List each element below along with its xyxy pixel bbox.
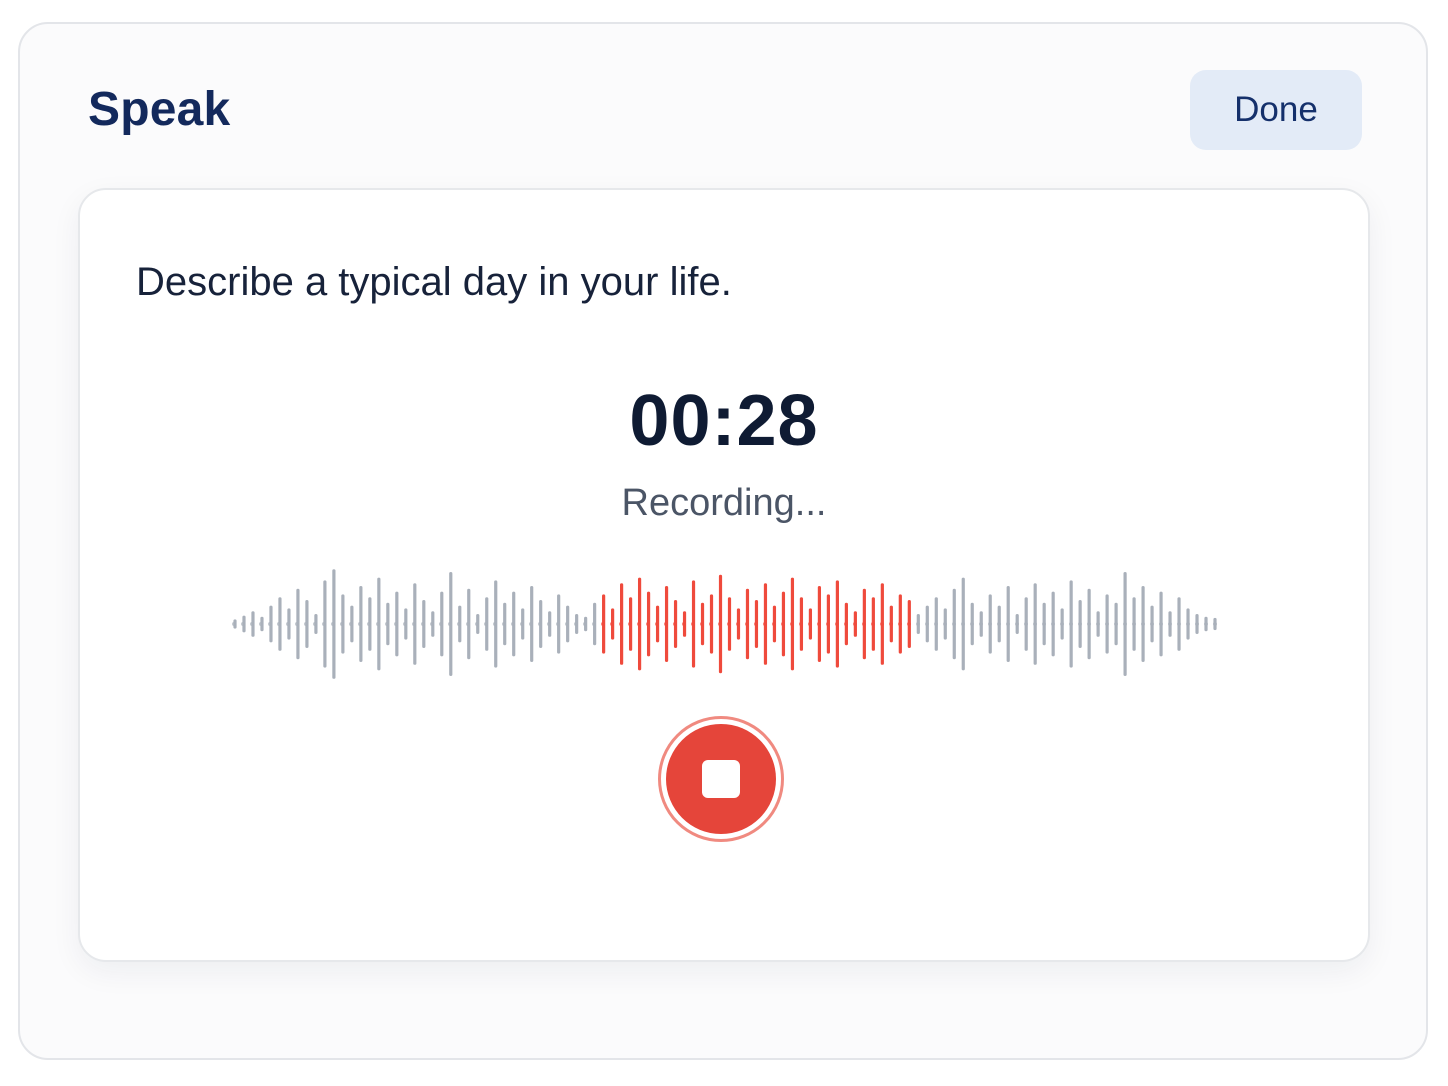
- stop-icon: [702, 760, 740, 798]
- speak-panel: Speak Done Describe a typical day in you…: [18, 22, 1428, 1060]
- recording-timer: 00:28: [629, 381, 819, 461]
- done-button[interactable]: Done: [1190, 70, 1362, 150]
- stop-recording-button[interactable]: [658, 716, 784, 842]
- question-prompt: Describe a typical day in your life.: [136, 260, 732, 304]
- recording-card: Describe a typical day in your life. 00:…: [78, 188, 1370, 962]
- recording-status: Recording...: [621, 482, 827, 524]
- page-title: Speak: [88, 83, 231, 136]
- stop-button-circle: [666, 724, 776, 834]
- waveform-icon: [232, 569, 1217, 679]
